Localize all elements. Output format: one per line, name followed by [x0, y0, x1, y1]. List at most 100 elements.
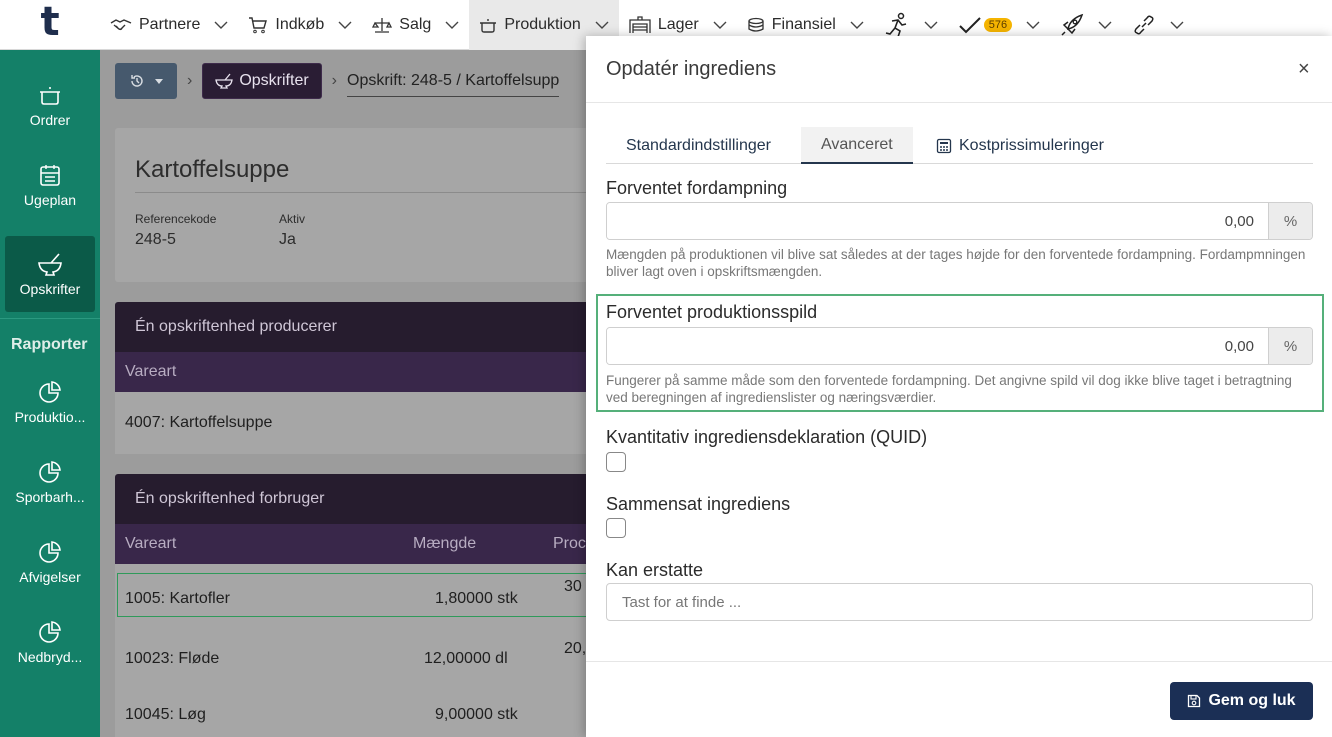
breadcrumb-recipes-label: Opskrifter — [239, 72, 309, 89]
pie-chart-icon — [38, 540, 62, 564]
waste-help-text: Fungerer på samme måde som den forvented… — [606, 373, 1292, 405]
table-row-item[interactable]: 10023: Fløde — [125, 650, 219, 668]
tab-label: Kostprissimuleringer — [959, 136, 1104, 154]
sidebar-item-label: Nedbryd... — [17, 648, 83, 665]
modal-tabs: Standardindstillinger Avanceret Kostpris… — [606, 127, 1313, 164]
save-icon — [1187, 694, 1201, 708]
save-button-label: Gem og luk — [1208, 692, 1296, 709]
divider — [586, 102, 1332, 103]
chevron-down-icon[interactable] — [924, 21, 938, 29]
tab-label: Avanceret — [821, 135, 893, 153]
nav-label: Partnere — [139, 16, 201, 33]
calendar-icon — [39, 163, 61, 187]
evaporation-help-text: Mængden på produktionen vil blive sat så… — [606, 247, 1306, 279]
nav-indkob[interactable]: Indkøb — [238, 0, 362, 50]
breadcrumb-separator-icon: › — [187, 72, 193, 89]
sidebar-item-sporbarhed-report[interactable]: Sporbarh... — [0, 442, 100, 522]
calculator-icon — [936, 138, 952, 154]
sidebar-item-label: Ugeplan — [23, 191, 77, 208]
tab-cost-simulations[interactable]: Kostprissimuleringer — [916, 127, 1124, 164]
pie-chart-icon — [38, 380, 62, 404]
quid-label: Kvantitativ ingrediensdeklaration (QUID) — [606, 427, 928, 447]
produces-table-header: Vareart — [115, 352, 595, 392]
table-row-item[interactable]: 10045: Løg — [125, 706, 206, 724]
sidebar-item-label: Afvigelser — [19, 568, 81, 585]
divider — [135, 192, 595, 193]
sidebar-item-ordrer[interactable]: Ordrer — [0, 65, 100, 145]
quid-checkbox[interactable] — [606, 452, 626, 472]
breadcrumb-recipes-button[interactable]: Opskrifter — [202, 63, 322, 99]
sidebar-item-label: Produktio... — [14, 408, 86, 425]
composite-label: Sammensat ingrediens — [606, 494, 791, 514]
rocket-icon — [1060, 13, 1084, 37]
chevron-down-icon[interactable] — [1170, 21, 1184, 29]
history-icon — [129, 73, 145, 89]
tab-standard-settings[interactable]: Standardindstillinger — [606, 127, 791, 164]
sidebar: Ordrer Ugeplan Opskrifter Rapporter Prod… — [0, 50, 100, 737]
breadcrumb-current: Opskrift: 248-5 / Kartoffelsupp — [347, 72, 560, 97]
sidebar-item-label: Ordrer — [29, 111, 71, 128]
replaces-search-input[interactable] — [606, 583, 1313, 621]
chevron-down-icon[interactable] — [445, 21, 459, 29]
chevron-down-icon[interactable] — [214, 21, 228, 29]
recipe-header-card: Kartoffelsuppe Referencekode 248-5 Aktiv… — [115, 128, 595, 282]
consumes-panel-header: Én opskriftenhed forbruger — [115, 474, 595, 524]
consumes-table-header: Vareart Mængde Proc — [115, 524, 595, 564]
runner-icon — [884, 12, 910, 38]
sidebar-item-ugeplan[interactable]: Ugeplan — [0, 145, 100, 225]
page-title: Kartoffelsuppe — [135, 156, 290, 183]
sidebar-item-nedbrydning-report[interactable]: Nedbryd... — [0, 602, 100, 682]
scale-icon — [372, 16, 393, 34]
waste-label: Forventet produktionsspild — [606, 302, 818, 322]
reference-label: Referencekode — [135, 212, 217, 226]
table-row[interactable]: 4007: Kartoffelsuppe — [125, 414, 272, 432]
tab-label: Standardindstillinger — [626, 136, 771, 154]
sidebar-reports-heading: Rapporter — [11, 336, 88, 353]
sidebar-item-label: Opskrifter — [19, 280, 81, 297]
sidebar-item-opskrifter[interactable]: Opskrifter — [5, 236, 95, 312]
checkmark-icon — [958, 16, 982, 34]
table-row-prod: 20, — [564, 640, 587, 657]
mortar-icon — [215, 73, 234, 89]
sidebar-item-afvigelser-report[interactable]: Afvigelser — [0, 522, 100, 602]
chevron-down-icon[interactable] — [1026, 21, 1040, 29]
col-header-qty: Mængde — [413, 535, 477, 552]
table-row-qty: 9,00000 stk — [435, 706, 518, 723]
update-ingredient-modal: Opdatér ingrediens × Standardindstilling… — [586, 36, 1332, 737]
chevron-down-icon[interactable] — [1098, 21, 1112, 29]
nav-salg[interactable]: Salg — [362, 0, 469, 50]
app-logo[interactable]: t — [0, 0, 100, 50]
waste-input[interactable] — [607, 328, 1268, 364]
save-and-close-button[interactable]: Gem og luk — [1170, 682, 1313, 720]
nav-label: Lager — [657, 16, 699, 33]
pie-chart-icon — [38, 460, 62, 484]
evaporation-label: Forventet fordampning — [606, 178, 788, 198]
selected-row-highlight — [117, 573, 589, 617]
pot-icon — [38, 83, 62, 107]
warehouse-icon — [629, 16, 651, 34]
active-value: Ja — [279, 231, 296, 248]
chevron-down-icon[interactable] — [850, 21, 864, 29]
cart-icon — [248, 16, 268, 34]
tab-advanced[interactable]: Avanceret — [801, 127, 913, 164]
replaces-label: Kan erstatte — [606, 560, 704, 580]
close-icon[interactable]: × — [1298, 58, 1310, 81]
modal-title: Opdatér ingrediens — [606, 58, 777, 80]
table-row-qty: 12,00000 dl — [424, 650, 508, 667]
sidebar-item-produktion-report[interactable]: Produktio... — [0, 362, 100, 442]
nav-partnere[interactable]: Partnere — [100, 0, 238, 50]
pot-icon — [479, 16, 497, 34]
percent-addon: % — [1268, 203, 1312, 239]
composite-checkbox[interactable] — [606, 518, 626, 538]
chevron-down-icon[interactable] — [713, 21, 727, 29]
evaporation-input[interactable] — [607, 203, 1268, 239]
nav-label: Produktion — [504, 16, 581, 33]
chevron-down-icon[interactable] — [595, 21, 609, 29]
history-button[interactable] — [115, 63, 177, 99]
evaporation-input-group: % — [606, 202, 1313, 240]
produces-panel-header: Én opskriftenhed producerer — [115, 302, 595, 352]
coins-icon — [747, 17, 765, 33]
chevron-down-icon[interactable] — [338, 21, 352, 29]
percent-addon: % — [1268, 328, 1312, 364]
mortar-icon — [37, 252, 63, 276]
